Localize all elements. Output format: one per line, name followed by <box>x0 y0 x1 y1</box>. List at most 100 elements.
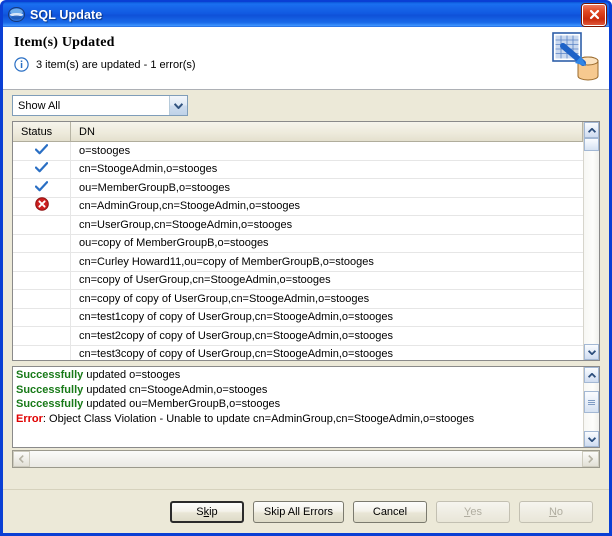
error-icon <box>35 197 49 216</box>
sql-update-dialog: Item(s) Updated 3 item(s) are updated - … <box>0 27 612 536</box>
row-status-cell <box>13 346 71 361</box>
table-row[interactable]: cn=test2copy of copy of UserGroup,cn=Sto… <box>13 327 583 346</box>
log-panel[interactable]: Successfully updated o=stoogesSuccessful… <box>12 366 600 448</box>
log-horizontal-scrollbar[interactable] <box>12 450 600 468</box>
chevron-down-icon[interactable] <box>584 431 599 447</box>
button-label: Yes <box>464 506 482 518</box>
table-scroll-track[interactable] <box>584 138 599 344</box>
table-row[interactable]: ou=copy of MemberGroupB,o=stooges <box>13 235 583 254</box>
button-label: Cancel <box>373 506 407 518</box>
button-label: Skip All Errors <box>264 506 333 518</box>
results-table: Status DN o=stooges cn=StoogeAdmin,o=stoo… <box>12 121 600 361</box>
cancel-button[interactable]: Cancel <box>353 501 427 523</box>
row-status-cell <box>13 253 71 271</box>
log-vertical-scrollbar[interactable] <box>583 367 599 447</box>
table-row[interactable]: cn=AdminGroup,cn=StoogeAdmin,o=stooges <box>13 198 583 217</box>
log-line-text: updated ou=MemberGroupB,o=stooges <box>83 398 280 410</box>
row-dn-cell: cn=UserGroup,cn=StoogeAdmin,o=stooges <box>71 219 583 231</box>
log-line-keyword: Error <box>16 413 43 425</box>
button-label: No <box>549 506 563 518</box>
log-line-keyword: Successfully <box>16 369 83 381</box>
table-row[interactable]: cn=StoogeAdmin,o=stooges <box>13 161 583 180</box>
dialog-footer: Skip Skip All Errors Cancel Yes No <box>3 489 609 533</box>
row-dn-cell: cn=Curley Howard11,ou=copy of MemberGrou… <box>71 256 583 268</box>
row-status-cell <box>13 235 71 253</box>
row-status-cell <box>13 179 71 197</box>
row-status-cell <box>13 327 71 345</box>
row-dn-cell: ou=MemberGroupB,o=stooges <box>71 182 583 194</box>
chevron-down-icon[interactable] <box>584 344 599 360</box>
log-line: Error: Object Class Violation - Unable t… <box>16 412 583 427</box>
log-line: Successfully updated cn=StoogeAdmin,o=st… <box>16 383 583 398</box>
row-status-cell <box>13 216 71 234</box>
log-scroll-thumb[interactable] <box>584 391 599 413</box>
row-status-cell <box>13 161 71 179</box>
table-row[interactable]: cn=Curley Howard11,ou=copy of MemberGrou… <box>13 253 583 272</box>
row-dn-cell: o=stooges <box>71 145 583 157</box>
status-summary: 3 item(s) are updated - 1 error(s) <box>36 59 196 71</box>
chevron-up-icon[interactable] <box>584 122 599 138</box>
row-status-cell <box>13 198 71 216</box>
row-status-cell <box>13 142 71 160</box>
window-title: SQL Update <box>30 8 102 22</box>
column-header-dn[interactable]: DN <box>71 122 583 141</box>
log-line-keyword: Successfully <box>16 398 83 410</box>
check-icon <box>35 179 48 197</box>
row-dn-cell: ou=copy of MemberGroupB,o=stooges <box>71 237 583 249</box>
log-line-keyword: Successfully <box>16 384 83 396</box>
row-status-cell <box>13 290 71 308</box>
log-scroll-track[interactable] <box>584 383 599 431</box>
log-line: Successfully updated ou=MemberGroupB,o=s… <box>16 397 583 412</box>
chevron-down-icon[interactable] <box>169 96 187 115</box>
table-vertical-scrollbar[interactable] <box>583 122 599 360</box>
table-row[interactable]: ou=MemberGroupB,o=stooges <box>13 179 583 198</box>
yes-button: Yes <box>436 501 510 523</box>
log-hscroll-track[interactable] <box>30 451 582 467</box>
log-line-text: updated o=stooges <box>83 369 180 381</box>
filter-row: Show All <box>3 90 609 121</box>
window-titlebar[interactable]: SQL Update <box>0 0 612 27</box>
chevron-right-icon[interactable] <box>582 451 599 467</box>
table-header-row: Status DN <box>13 122 583 142</box>
table-row[interactable]: cn=copy of UserGroup,cn=StoogeAdmin,o=st… <box>13 272 583 291</box>
info-icon <box>14 57 29 72</box>
database-sphere-icon <box>8 6 25 23</box>
row-status-cell <box>13 272 71 290</box>
check-icon <box>35 160 48 178</box>
show-filter-value: Show All <box>13 100 169 112</box>
scroll-grip-icon <box>588 399 595 406</box>
chevron-up-icon[interactable] <box>584 367 599 383</box>
show-filter-select[interactable]: Show All <box>12 95 188 116</box>
header-summary-row: 3 item(s) are updated - 1 error(s) <box>14 57 599 72</box>
row-dn-cell: cn=AdminGroup,cn=StoogeAdmin,o=stooges <box>71 200 583 212</box>
row-dn-cell: cn=test3copy of copy of UserGroup,cn=Sto… <box>71 348 583 360</box>
table-row[interactable]: o=stooges <box>13 142 583 161</box>
table-to-database-icon <box>550 30 602 86</box>
table-scroll-thumb[interactable] <box>584 138 599 151</box>
table-row[interactable]: cn=test3copy of copy of UserGroup,cn=Sto… <box>13 346 583 361</box>
table-row[interactable]: cn=copy of copy of UserGroup,cn=StoogeAd… <box>13 290 583 309</box>
table-row[interactable]: cn=UserGroup,cn=StoogeAdmin,o=stooges <box>13 216 583 235</box>
skip-all-errors-button[interactable]: Skip All Errors <box>253 501 344 523</box>
log-line-text: : Object Class Violation - Unable to upd… <box>43 413 474 425</box>
column-header-status[interactable]: Status <box>13 122 71 141</box>
check-icon <box>35 142 48 160</box>
chevron-left-icon[interactable] <box>13 451 30 467</box>
row-status-cell <box>13 309 71 327</box>
row-dn-cell: cn=test2copy of copy of UserGroup,cn=Sto… <box>71 330 583 342</box>
row-dn-cell: cn=StoogeAdmin,o=stooges <box>71 163 583 175</box>
log-line-text: updated cn=StoogeAdmin,o=stooges <box>83 384 267 396</box>
dialog-header: Item(s) Updated 3 item(s) are updated - … <box>3 27 609 90</box>
row-dn-cell: cn=copy of copy of UserGroup,cn=StoogeAd… <box>71 293 583 305</box>
results-table-main: Status DN o=stooges cn=StoogeAdmin,o=stoo… <box>13 122 583 360</box>
close-icon[interactable] <box>582 4 606 26</box>
row-dn-cell: cn=test1copy of copy of UserGroup,cn=Sto… <box>71 311 583 323</box>
log-line: Successfully updated o=stooges <box>16 368 583 383</box>
row-dn-cell: cn=copy of UserGroup,cn=StoogeAdmin,o=st… <box>71 274 583 286</box>
log-text: Successfully updated o=stoogesSuccessful… <box>13 367 583 447</box>
page-title: Item(s) Updated <box>14 35 599 51</box>
button-label: Skip <box>196 506 217 518</box>
skip-button[interactable]: Skip <box>170 501 244 523</box>
table-body: o=stooges cn=StoogeAdmin,o=stooges ou=Memb… <box>13 142 583 360</box>
table-row[interactable]: cn=test1copy of copy of UserGroup,cn=Sto… <box>13 309 583 328</box>
